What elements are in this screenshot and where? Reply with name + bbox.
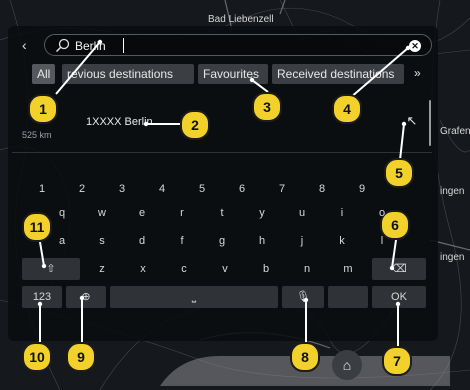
callout-7: 7	[382, 346, 412, 376]
key-l[interactable]: l	[364, 230, 400, 252]
language-key[interactable]: ⊕	[66, 286, 106, 308]
key-o[interactable]: o	[364, 202, 400, 224]
arrow-up-left-icon[interactable]: ↖	[396, 108, 428, 134]
key-h[interactable]: h	[244, 230, 280, 252]
key-y[interactable]: y	[244, 202, 280, 224]
callout-8: 8	[290, 342, 320, 372]
key-a[interactable]: a	[44, 230, 80, 252]
key-v[interactable]: v	[207, 258, 243, 280]
key-x[interactable]: x	[125, 258, 161, 280]
text-cursor	[123, 38, 124, 53]
callout-9: 9	[66, 342, 96, 372]
key-d[interactable]: d	[124, 230, 160, 252]
tab-received-destinations[interactable]: Received destinations	[272, 64, 404, 84]
key-z[interactable]: z	[84, 258, 120, 280]
result-distance: 525 km	[22, 130, 52, 140]
key-3[interactable]: 3	[104, 178, 140, 200]
key-c[interactable]: c	[166, 258, 202, 280]
search-query: Berlin	[75, 39, 106, 53]
key-i[interactable]: i	[324, 202, 360, 224]
more-tabs-icon[interactable]: »	[414, 66, 421, 80]
key-5[interactable]: 5	[184, 178, 220, 200]
key-r[interactable]: r	[164, 202, 200, 224]
tab-favourites[interactable]: Favourites	[198, 64, 268, 84]
key-b[interactable]: b	[248, 258, 284, 280]
key-s[interactable]: s	[84, 230, 120, 252]
key-u[interactable]: u	[284, 202, 320, 224]
search-icon	[55, 38, 70, 53]
key-e[interactable]: e	[124, 202, 160, 224]
shift-key[interactable]: ⇧	[22, 258, 80, 280]
tab-previous-destinations[interactable]: revious destinations	[62, 64, 194, 84]
callout-10: 10	[22, 342, 52, 372]
numbers-key[interactable]: 123	[22, 286, 62, 308]
map-label-ingen-1: ingen	[440, 186, 465, 197]
key-7[interactable]: 7	[264, 178, 300, 200]
key-8[interactable]: 8	[304, 178, 340, 200]
key-m[interactable]: m	[330, 258, 366, 280]
key-j[interactable]: j	[284, 230, 320, 252]
map-label-bad-liebenzell: Bad Liebenzell	[208, 14, 274, 25]
key-f[interactable]: f	[164, 230, 200, 252]
key-k[interactable]: k	[324, 230, 360, 252]
map-label-ingen-2: ingen	[440, 252, 465, 263]
callout-3: 3	[252, 92, 282, 122]
home-icon[interactable]: ⌂	[332, 350, 362, 380]
callout-2: 2	[180, 110, 210, 140]
search-row: ‹ Berlin ✕	[18, 34, 432, 56]
microphone-key[interactable]: 🎙	[282, 286, 324, 308]
callout-5: 5	[384, 158, 414, 188]
key-q[interactable]: q	[44, 202, 80, 224]
search-input[interactable]: Berlin ✕	[44, 34, 432, 56]
space-key[interactable]: ⎵	[110, 286, 278, 308]
callout-4: 4	[332, 94, 362, 124]
scrollbar[interactable]	[429, 100, 431, 146]
key-t[interactable]: t	[204, 202, 240, 224]
key-2[interactable]: 2	[64, 178, 100, 200]
map-label-grafen: Grafen	[440, 126, 470, 137]
key-w[interactable]: w	[84, 202, 120, 224]
back-icon[interactable]: ‹	[22, 36, 27, 54]
result-name: 1XXXX Berlin	[86, 116, 153, 128]
ok-key[interactable]: OK	[372, 286, 426, 308]
key-g[interactable]: g	[204, 230, 240, 252]
key-6[interactable]: 6	[224, 178, 260, 200]
key-n[interactable]: n	[289, 258, 325, 280]
blank-key[interactable]	[328, 286, 368, 308]
key-1[interactable]: 1	[24, 178, 60, 200]
key-9[interactable]: 9	[344, 178, 380, 200]
callout-1: 1	[28, 94, 58, 124]
tab-all[interactable]: All	[32, 64, 56, 84]
backspace-key[interactable]: ⌫	[372, 258, 426, 280]
key-4[interactable]: 4	[144, 178, 180, 200]
divider	[12, 152, 432, 153]
close-icon[interactable]: ✕	[409, 40, 421, 52]
